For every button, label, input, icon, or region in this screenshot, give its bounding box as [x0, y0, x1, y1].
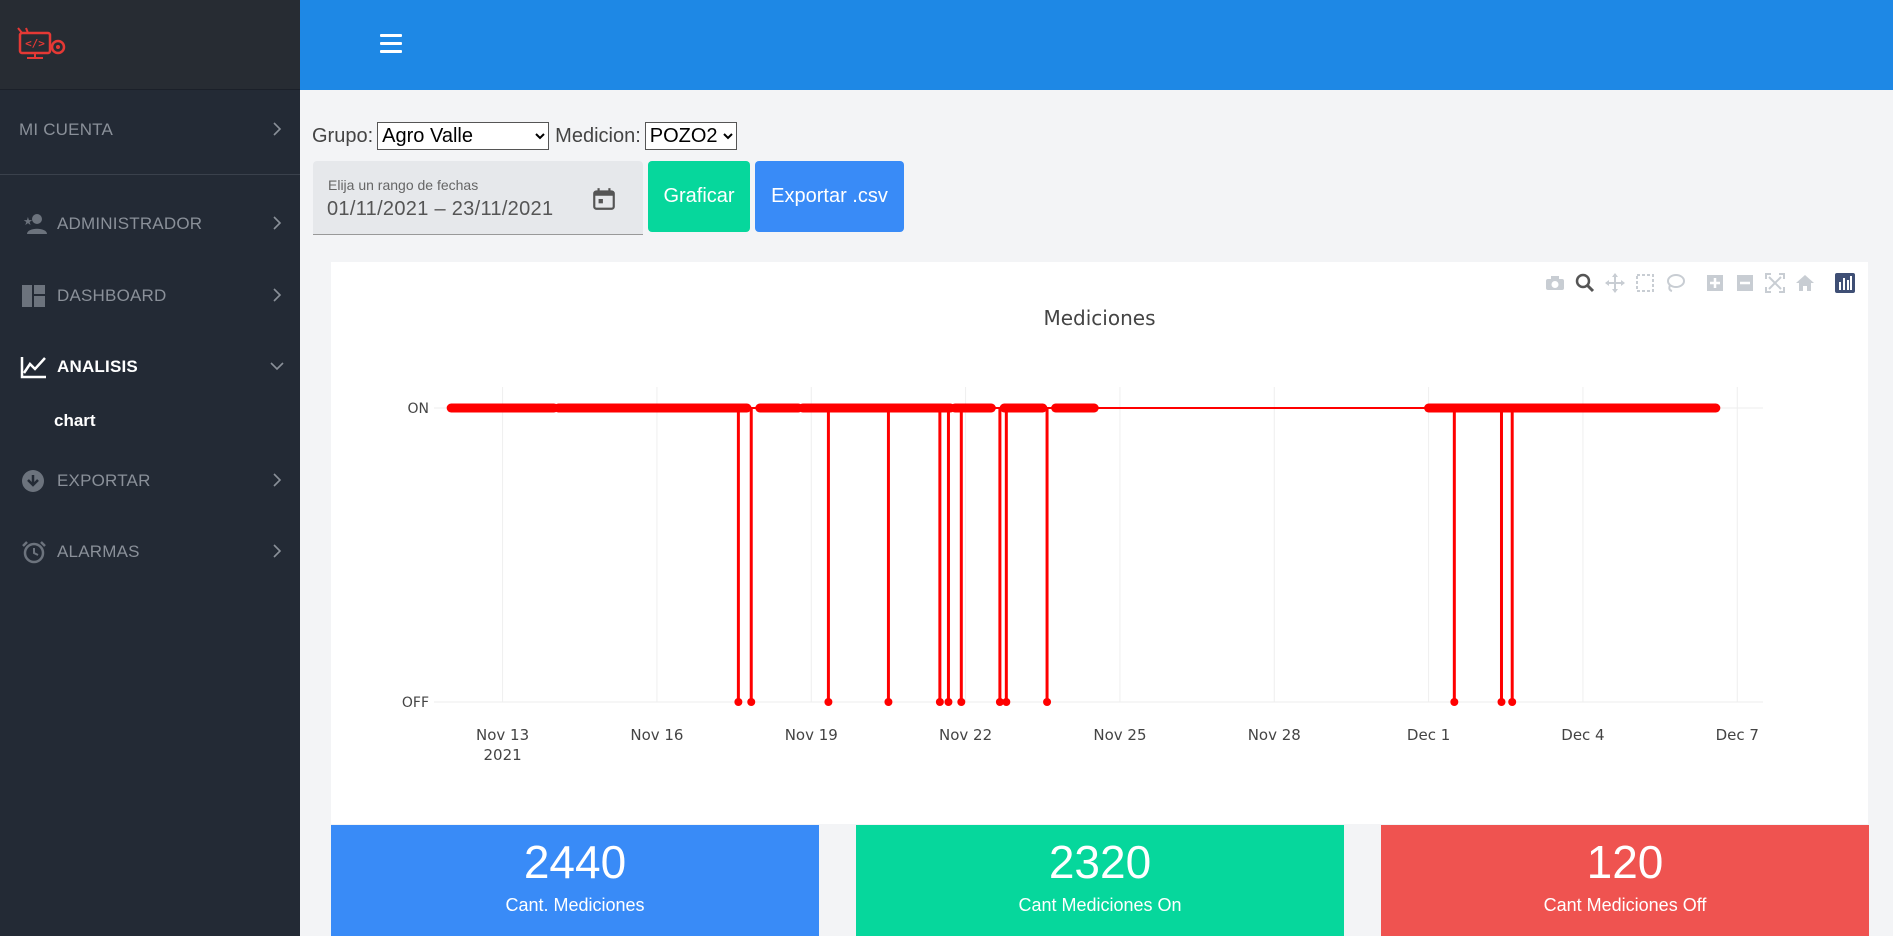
plotly-logo-icon[interactable]	[1830, 270, 1860, 296]
date-range-field[interactable]: Elija un rango de fechas 01/11/2021 – 23…	[313, 161, 643, 235]
alarm-clock-icon	[22, 541, 46, 564]
off-point	[747, 698, 756, 706]
box-select-icon[interactable]	[1630, 270, 1660, 296]
off-point	[1508, 698, 1517, 706]
svg-text:</>: </>	[25, 37, 45, 50]
code-monitor-logo-icon: </>	[17, 26, 66, 59]
sidebar-divider	[0, 174, 300, 175]
x-tick-label: Dec 7	[1716, 726, 1759, 744]
sidebar-item-label: EXPORTAR	[57, 471, 151, 490]
x-tick-label: Nov 22	[939, 726, 992, 744]
line-chart-icon	[20, 357, 46, 379]
off-point	[944, 698, 953, 706]
off-point	[1002, 698, 1011, 706]
x-tick-label: Nov 19	[785, 726, 838, 744]
sidebar-item-exportar[interactable]: EXPORTAR	[0, 457, 300, 505]
sidebar-item-label: ADMINISTRADOR	[57, 214, 203, 233]
off-point	[884, 698, 893, 706]
off-point	[1450, 698, 1459, 706]
zoom-icon[interactable]	[1570, 270, 1600, 296]
camera-icon[interactable]	[1540, 270, 1570, 296]
sidebar: </> MI CUENTA ★ ADMINISTRADOR DASHBOARD …	[0, 0, 300, 936]
grupo-select[interactable]: Agro Valle	[377, 122, 550, 150]
sidebar-item-analisis[interactable]: ANALISIS	[0, 343, 300, 391]
chart-title: Mediciones	[1043, 306, 1156, 330]
chevron-right-icon	[273, 122, 282, 136]
x-tick-label: Nov 25	[1093, 726, 1146, 744]
chevron-right-icon	[273, 288, 282, 302]
sidebar-item-label: DASHBOARD	[57, 286, 167, 305]
off-point	[957, 698, 966, 706]
zoom-out-icon[interactable]	[1730, 270, 1760, 296]
sidebar-item-mi-cuenta[interactable]: MI CUENTA	[0, 106, 300, 154]
stat-card-on: 2320 Cant Mediciones On	[856, 825, 1344, 936]
x-tick-label: Nov 28	[1248, 726, 1301, 744]
off-point	[1043, 698, 1052, 706]
medicion-label: Medicion:	[555, 124, 641, 147]
off-point	[734, 698, 743, 706]
pan-icon[interactable]	[1600, 270, 1630, 296]
off-point	[935, 698, 944, 706]
calendar-icon[interactable]	[591, 186, 617, 212]
off-point	[1497, 698, 1506, 706]
top-bar	[300, 0, 1893, 90]
y-tick-label: OFF	[402, 695, 429, 711]
date-range-label: Elija un rango de fechas	[328, 177, 479, 193]
stat-total-value: 2440	[523, 836, 627, 888]
mediciones-chart: OFF ON Nov 13 2021 Nov 16 Nov 19 Nov 22 Nov 25 N…	[402, 387, 1763, 764]
sidebar-item-administrador[interactable]: ★ ADMINISTRADOR	[0, 200, 300, 248]
chevron-right-icon	[273, 473, 282, 487]
home-icon[interactable]	[1790, 270, 1820, 296]
x-tick-label: 2021	[483, 746, 521, 764]
filter-row: Grupo: Agro Valle Medicion: POZO2	[312, 122, 743, 150]
download-icon	[22, 470, 44, 492]
sidebar-subitem-chart[interactable]: chart	[54, 411, 96, 431]
zoom-in-icon[interactable]	[1700, 270, 1730, 296]
medicion-select[interactable]: POZO2	[644, 122, 737, 150]
sidebar-item-label: MI CUENTA	[19, 120, 114, 139]
stat-card-off: 120 Cant Mediciones Off	[1381, 825, 1869, 936]
chevron-right-icon	[273, 216, 282, 230]
stat-card-total: 2440 Cant. Mediciones	[331, 825, 819, 936]
stat-off-value: 120	[1586, 836, 1664, 888]
svg-text:★: ★	[23, 216, 33, 228]
user-admin-icon: ★	[23, 214, 47, 234]
logo[interactable]: </>	[0, 0, 300, 90]
chevron-right-icon	[273, 544, 282, 558]
lasso-select-icon[interactable]	[1660, 270, 1690, 296]
autoscale-icon[interactable]	[1760, 270, 1790, 296]
grupo-label: Grupo:	[312, 124, 374, 147]
off-point	[824, 698, 833, 706]
dashboard-icon	[22, 285, 45, 307]
chart-modebar	[1540, 270, 1860, 296]
y-tick-label: ON	[408, 401, 430, 417]
sidebar-item-label: ANALISIS	[57, 357, 138, 376]
stat-total-label: Cant. Mediciones	[505, 895, 645, 915]
exportar-csv-button[interactable]: Exportar .csv	[755, 161, 904, 232]
hamburger-menu-icon[interactable]	[380, 34, 402, 54]
chart-panel: OFF ON Nov 13 2021 Nov 16 Nov 19 Nov 22 Nov 25 N…	[331, 262, 1868, 824]
sidebar-item-dashboard[interactable]: DASHBOARD	[0, 272, 300, 320]
graficar-button[interactable]: Graficar	[648, 161, 750, 232]
x-tick-label: Nov 13	[476, 726, 529, 744]
chevron-down-icon	[270, 362, 284, 371]
sidebar-item-label: ALARMAS	[57, 542, 140, 561]
sidebar-item-alarmas[interactable]: ALARMAS	[0, 528, 300, 576]
date-range-value: 01/11/2021 – 23/11/2021	[327, 198, 554, 220]
stat-on-value: 2320	[1048, 836, 1152, 888]
stat-on-label: Cant Mediciones On	[1018, 895, 1182, 915]
stat-off-label: Cant Mediciones Off	[1543, 895, 1707, 915]
x-tick-label: Dec 1	[1407, 726, 1450, 744]
x-tick-label: Dec 4	[1561, 726, 1604, 744]
x-tick-label: Nov 16	[630, 726, 683, 744]
